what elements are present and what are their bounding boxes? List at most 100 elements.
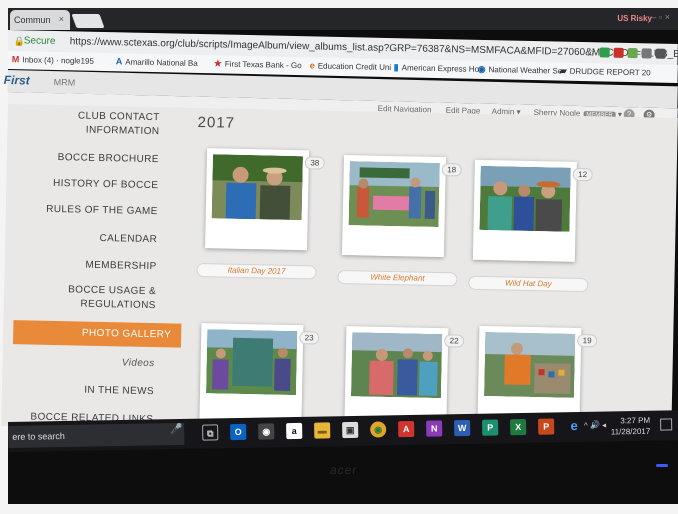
sidebar-item-usage[interactable]: BOCCE USAGE & REGULATIONS: [68, 283, 157, 313]
album-photo: [348, 161, 440, 228]
clock-time: 3:27 PM: [620, 415, 651, 426]
edge-icon[interactable]: e: [566, 418, 582, 434]
bookmark-label: Amarillo National Ba: [125, 56, 198, 68]
bookmark-item[interactable]: ▰ DRUDGE REPORT 20: [560, 66, 651, 79]
store-icon[interactable]: ▣: [342, 421, 359, 439]
album-caption[interactable]: Italian Day 2017: [196, 262, 317, 280]
photo-border-bottom: [0, 504, 678, 514]
sidebar-nav: CLUB CONTACT INFORMATION BOCCE BROCHURE …: [1, 104, 182, 437]
onenote-icon[interactable]: N: [426, 420, 443, 437]
bookmark-item[interactable]: ★ First Texas Bank - Go: [214, 58, 302, 71]
bank-icon: A: [115, 56, 123, 67]
monitor-frame: Commun × US Risky – ▫ × 🔒 Secure https:/…: [0, 0, 678, 514]
extension-icon[interactable]: [641, 48, 652, 59]
chrome-icon[interactable]: ◉: [370, 421, 387, 438]
album-card-white-elephant[interactable]: 18: [341, 155, 462, 258]
bookmark-item[interactable]: A Amarillo National Ba: [116, 56, 198, 68]
sidebar-item-rules[interactable]: RULES OF THE GAME: [46, 203, 158, 219]
album-thumbnail[interactable]: [350, 332, 443, 399]
album-photo-count: 18: [441, 163, 462, 177]
album-thumbnail[interactable]: [205, 329, 298, 396]
extension-icon[interactable]: [613, 47, 624, 58]
gmail-icon: M: [11, 54, 20, 65]
extension-icons: [599, 47, 666, 59]
album-photo-count: 23: [299, 331, 320, 345]
album-photo: [479, 165, 571, 232]
bookmark-label: American Express Ho: [401, 63, 480, 74]
sidebar-item-videos[interactable]: Videos: [122, 356, 155, 371]
publisher-icon[interactable]: P: [482, 419, 499, 436]
sidebar-item-calendar[interactable]: CALENDAR: [99, 232, 157, 247]
clock-date: 11/28/2017: [610, 426, 651, 437]
star-icon: ★: [213, 58, 222, 69]
excel-icon[interactable]: X: [510, 418, 527, 436]
browser-tab[interactable]: Commun ×: [10, 10, 70, 30]
weather-icon: ◉: [477, 63, 486, 75]
bookmark-item[interactable]: e Education Credit Uni: [310, 60, 392, 72]
file-explorer-icon[interactable]: ▬: [314, 422, 331, 439]
sidebar-item-news[interactable]: IN THE NEWS: [84, 384, 154, 399]
sidebar-item-membership[interactable]: MEMBERSHIP: [85, 259, 157, 274]
album-thumbnail[interactable]: [483, 332, 576, 398]
bookmark-label: National Weather Se: [488, 65, 563, 76]
album-photo: [483, 332, 576, 398]
photos-icon[interactable]: ◉: [258, 423, 275, 440]
album-thumbnail[interactable]: [211, 154, 303, 221]
gallery-year-heading: 2017: [197, 113, 236, 132]
page-content: CLUB CONTACT INFORMATION BOCCE BROCHURE …: [1, 104, 678, 440]
album-photo: [205, 329, 298, 396]
album-photo-count: 12: [572, 167, 593, 182]
extension-icon[interactable]: [627, 47, 638, 59]
album-thumbnail[interactable]: [348, 161, 440, 228]
powerpoint-icon[interactable]: P: [538, 418, 555, 435]
album-caption[interactable]: Wild Hat Day: [468, 275, 589, 293]
system-tray-icons[interactable]: ^ 🔊 ◂: [584, 421, 606, 430]
profile-label[interactable]: US Risky: [617, 14, 652, 23]
bookmark-label: DRUDGE REPORT 20: [569, 66, 651, 78]
monitor-brand-logo: acer: [330, 463, 358, 477]
album-caption[interactable]: White Elephant: [337, 269, 458, 287]
acrobat-icon[interactable]: A: [398, 420, 415, 438]
bookmark-label: Inbox (4) · nogle195: [22, 54, 95, 66]
album-photo: [211, 154, 303, 221]
amazon-icon[interactable]: a: [286, 422, 303, 440]
outlook-icon[interactable]: O: [230, 423, 247, 441]
sidebar-item-brochure[interactable]: BOCCE BROCHURE: [58, 151, 159, 167]
album-card[interactable]: 23: [199, 323, 320, 426]
album-photo-count: 38: [304, 156, 325, 170]
secure-label: Secure: [23, 35, 56, 47]
album-photo: [350, 332, 443, 399]
album-photo-count: 19: [577, 333, 598, 348]
site-sublogo[interactable]: MRM: [54, 77, 76, 88]
bookmark-item[interactable]: M Inbox (4) · nogle195: [12, 54, 94, 66]
tab-title: Commun: [14, 15, 51, 25]
browser-tab-strip: Commun × US Risky – ▫ ×: [8, 8, 678, 30]
album-thumbnail[interactable]: [479, 165, 571, 232]
bookmark-item[interactable]: ◉ National Weather Se: [478, 64, 563, 77]
tab-close-icon[interactable]: ×: [59, 14, 64, 24]
taskbar-search-input[interactable]: ere to search: [8, 422, 185, 448]
sidebar-item-club-contact[interactable]: CLUB CONTACT INFORMATION: [77, 109, 160, 139]
site-logo[interactable]: First: [4, 73, 30, 88]
drudge-icon: ▰: [559, 65, 567, 76]
power-led: [656, 464, 668, 467]
notification-icon[interactable]: [660, 418, 673, 431]
bookmark-label: First Texas Bank - Go: [224, 59, 302, 71]
microphone-icon[interactable]: 🎤: [170, 424, 183, 435]
new-tab-button[interactable]: [71, 14, 105, 28]
sidebar-item-history[interactable]: HISTORY OF BOCCE: [53, 177, 159, 193]
album-card-italian-day[interactable]: 38: [205, 148, 325, 251]
window-controls[interactable]: – ▫ ×: [652, 12, 670, 22]
extension-icon[interactable]: [599, 47, 610, 58]
clock[interactable]: 3:27 PM 11/28/2017: [611, 415, 651, 438]
task-view-icon[interactable]: ⧉: [202, 424, 219, 441]
menu-icon[interactable]: [655, 48, 666, 59]
bookmark-label: Education Credit Uni: [317, 60, 392, 72]
album-card[interactable]: 22: [344, 326, 465, 429]
screen: Commun × US Risky – ▫ × 🔒 Secure https:/…: [1, 8, 678, 504]
sidebar-item-photo-gallery[interactable]: PHOTO GALLERY: [12, 320, 182, 348]
album-card-wild-hat-day[interactable]: 12: [472, 159, 593, 262]
bookmark-item[interactable]: ▮ American Express Ho: [394, 62, 480, 75]
bookmark-star-icon[interactable]: ☆: [586, 46, 596, 59]
word-icon[interactable]: W: [454, 419, 471, 437]
